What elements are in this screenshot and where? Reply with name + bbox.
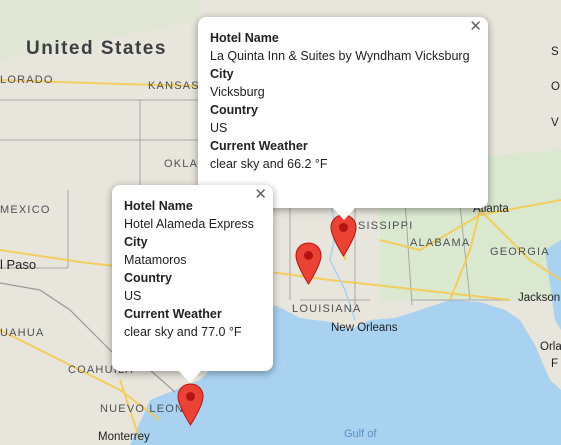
- label-right-edge-v: V: [551, 117, 559, 129]
- second-marker[interactable]: [295, 242, 322, 285]
- label-united-states: United States: [26, 38, 167, 59]
- hotel-name-value: La Quinta Inn & Suites by Wyndham Vicksb…: [210, 49, 470, 63]
- country-label: Country: [124, 271, 172, 285]
- label-orlando: Orla: [540, 341, 561, 353]
- label-el-paso: l Paso: [0, 257, 37, 272]
- map-pin-icon: [330, 214, 357, 257]
- label-gulf-of-mexico: Gulf of: [344, 428, 377, 440]
- label-georgia: GEORGIA: [490, 246, 550, 258]
- infowindow-vicksburg: ✕ Hotel Name La Quinta Inn & Suites by W…: [198, 17, 488, 220]
- vicksburg-marker[interactable]: [330, 214, 357, 257]
- country-value: US: [210, 121, 228, 135]
- label-alabama: ALABAMA: [410, 237, 471, 249]
- label-right-edge-s: S: [551, 46, 559, 58]
- map-pin-icon: [295, 242, 322, 285]
- label-right-edge-o: O: [551, 81, 560, 93]
- map-pin-icon: [177, 383, 204, 426]
- city-label: City: [124, 235, 148, 249]
- label-nuevo-leon: NUEVO LEON: [100, 403, 185, 415]
- city-label: City: [210, 67, 234, 81]
- label-chihuahua: UAHUA: [0, 327, 45, 339]
- city-value: Matamoros: [124, 253, 187, 267]
- weather-label: Current Weather: [124, 307, 222, 321]
- label-colorado: LORADO: [0, 74, 54, 86]
- label-new-mexico: MEXICO: [0, 204, 51, 216]
- infowindow-matamoros: ✕ Hotel Name Hotel Alameda Express City …: [112, 185, 273, 383]
- label-kansas: KANSAS: [148, 80, 200, 92]
- label-louisiana: LOUISIANA: [292, 303, 362, 315]
- hotel-name-label: Hotel Name: [124, 199, 193, 213]
- hotel-name-label: Hotel Name: [210, 31, 279, 45]
- weather-label: Current Weather: [210, 139, 308, 153]
- label-oklahoma: OKLA: [164, 158, 199, 170]
- close-icon[interactable]: ✕: [469, 19, 482, 35]
- weather-value: clear sky and 77.0 °F: [124, 325, 242, 339]
- country-value: US: [124, 289, 142, 303]
- close-icon[interactable]: ✕: [254, 187, 267, 203]
- label-jackson: Jackson: [518, 292, 561, 304]
- label-mississippi: SISSIPPI: [358, 220, 414, 232]
- label-right-edge-f: F: [551, 358, 559, 370]
- infowindow-tail: [178, 370, 202, 383]
- matamoros-marker[interactable]: [177, 383, 204, 426]
- weather-value: clear sky and 66.2 °F: [210, 157, 328, 171]
- hotel-name-value: Hotel Alameda Express: [124, 217, 254, 231]
- label-new-orleans: New Orleans: [331, 322, 398, 334]
- infowindow-tail: [332, 207, 356, 220]
- city-value: Vicksburg: [210, 85, 265, 99]
- country-label: Country: [210, 103, 258, 117]
- label-monterrey: Monterrey: [98, 431, 150, 443]
